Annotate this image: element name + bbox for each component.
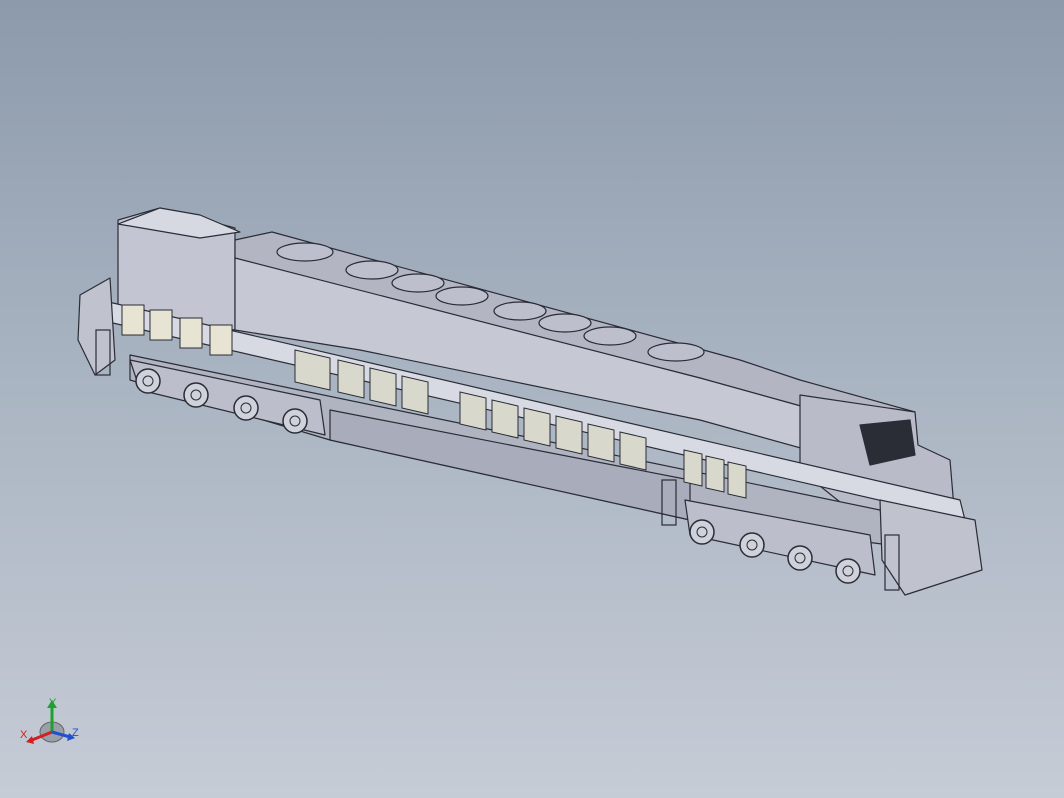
wheel [183,382,209,408]
cab-window [209,324,233,356]
radiator-fan [391,273,445,293]
wheel [689,519,715,545]
locomotive-3d-model[interactable] [0,0,1064,798]
radiator-fan [538,313,592,333]
radiator-fan [583,326,637,346]
view-orientation-triad[interactable]: Y X Z [14,696,86,756]
cab-window [121,304,145,336]
radiator-fan [345,260,399,280]
radiator-fan [276,242,334,262]
cad-graphics-viewport[interactable]: Y X Z [0,0,1064,798]
wheel [233,395,259,421]
y-axis-label: Y [49,697,57,709]
radiator-fan [647,342,705,362]
cab-window [179,317,203,349]
wheel [282,408,308,434]
radiator-fan [435,286,489,306]
radiator-fan [493,301,547,321]
cab-window [149,309,173,341]
x-axis-label: X [20,729,28,741]
wheel [135,368,161,394]
wheel [787,545,813,571]
front-pilot [879,499,983,596]
wheel [739,532,765,558]
wheel [835,558,861,584]
z-axis-label: Z [72,727,79,739]
